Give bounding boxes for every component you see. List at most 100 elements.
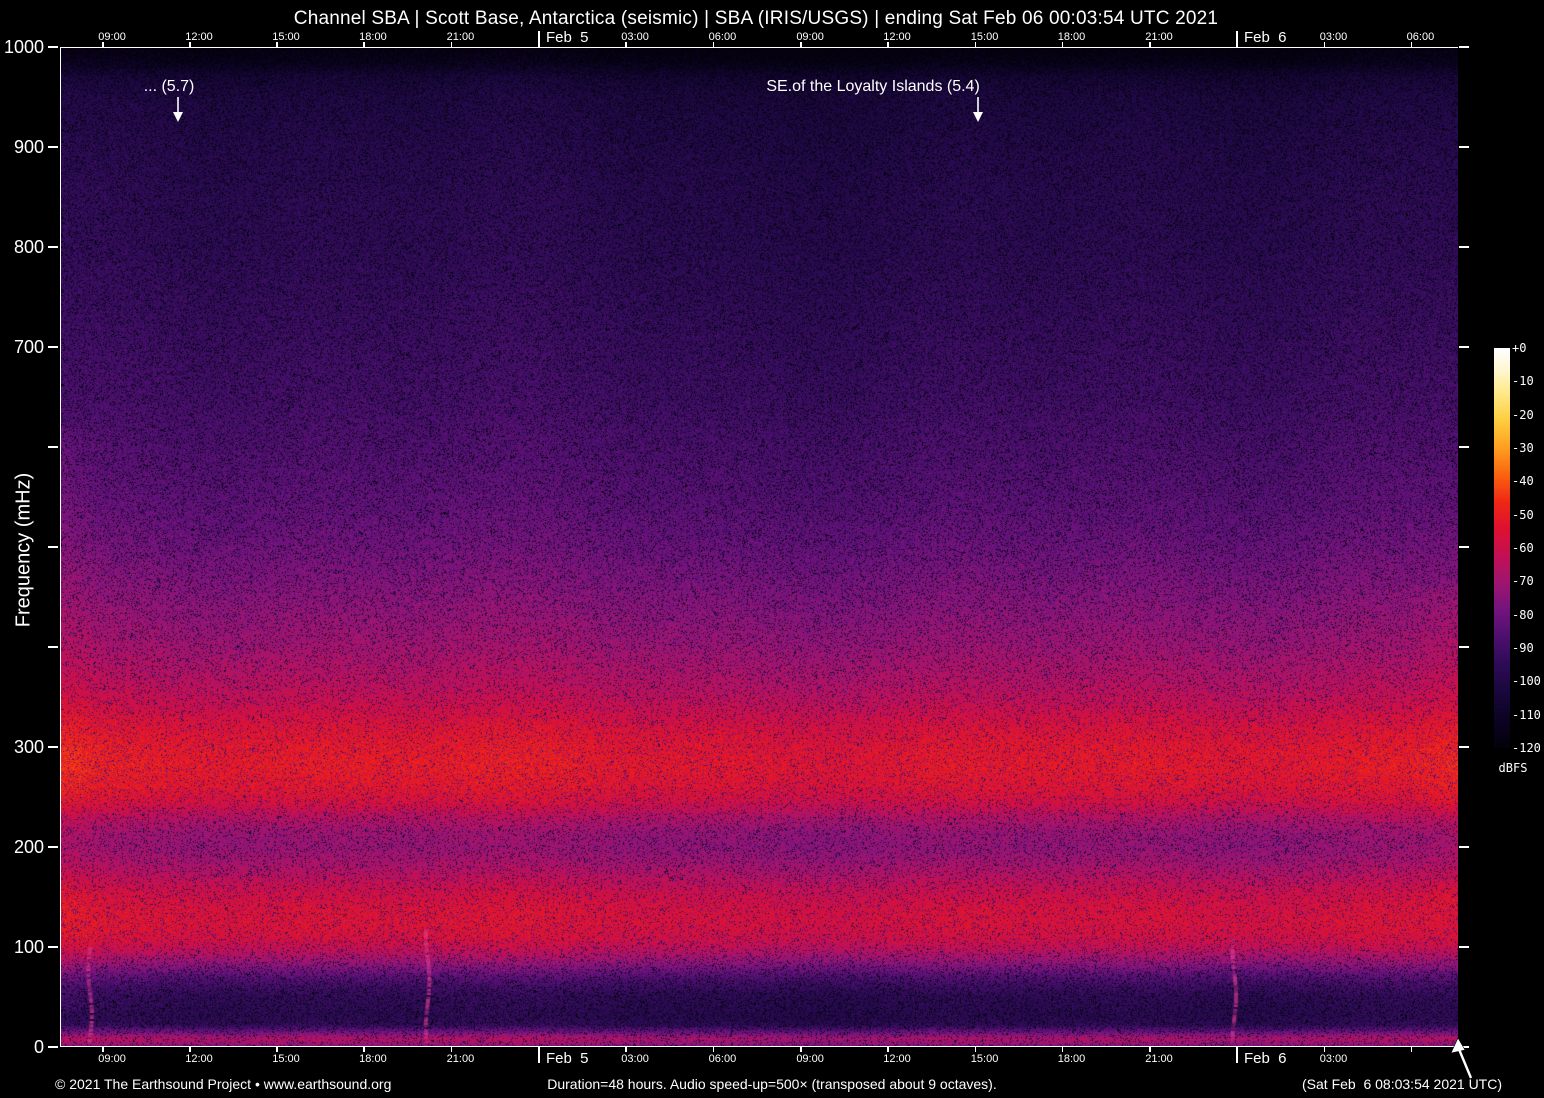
x-tick-label: 12:00: [883, 31, 911, 43]
x-tick-label: Feb 6: [1243, 1050, 1287, 1067]
colorbar-tick-label: +0: [1512, 341, 1527, 355]
y-tick: [48, 846, 58, 848]
x-tick-label: 21:00: [446, 1053, 475, 1065]
colorbar-tick-label: -90: [1512, 640, 1534, 655]
x-tick: [276, 1047, 278, 1052]
down-arrow-icon: [172, 97, 183, 122]
x-tick-label: 15:00: [970, 31, 999, 43]
colorbar-tick-label: -110: [1512, 707, 1541, 722]
x-tick-label: 15:00: [272, 1053, 300, 1065]
x-tick-label: 03:00: [1319, 31, 1348, 43]
y-tick-label: 100: [13, 937, 44, 957]
plot-area: 09:00 09:00 12:00 12:00 15:00 15:00 18:00 18:00…: [4, 29, 1469, 1067]
colorbar: [1494, 348, 1510, 748]
x-tick-label: Feb 5: [545, 29, 589, 46]
y-tick: [48, 46, 58, 48]
x-tick-label: 09:00: [796, 1053, 824, 1065]
x-tick: [1061, 1047, 1064, 1052]
x-tick-label: 21:00: [1145, 1053, 1173, 1065]
spectrogram-canvas: [60, 47, 1458, 1047]
y-tick-label: 300: [13, 737, 44, 757]
colorbar-tick-label: -30: [1512, 440, 1534, 455]
y-tick-label: 700: [13, 337, 44, 357]
x-tick: [625, 1047, 627, 1052]
x-tick: [1410, 1047, 1413, 1052]
top-axis-spine: [60, 47, 1458, 48]
x-tick: [189, 1047, 191, 1052]
x-tick-label: 03:00: [621, 31, 649, 43]
x-tick: [800, 1047, 802, 1052]
x-tick: [1236, 1047, 1238, 1063]
y-tick-label: 900: [13, 137, 44, 157]
y-tick: [48, 946, 58, 948]
x-tick-label: 09:00: [98, 31, 126, 43]
x-tick-label: 09:00: [98, 1053, 126, 1065]
y-tick: [1459, 546, 1469, 548]
colorbar-tick-label: -50: [1512, 507, 1534, 522]
y-tick: [48, 446, 58, 448]
x-tick: [450, 1047, 453, 1052]
x-tick-label: 12:00: [185, 31, 213, 43]
x-tick-label: 12:00: [185, 1053, 213, 1065]
colorbar-tick-label: -100: [1512, 674, 1541, 689]
x-tick-label: Feb 6: [1243, 29, 1287, 46]
x-tick-label: 06:00: [708, 31, 737, 43]
y-tick: [1459, 746, 1469, 748]
x-tick: [363, 1047, 365, 1052]
y-tick: [1459, 446, 1469, 448]
colorbar-tick-label: -40: [1512, 474, 1534, 489]
x-tick-label: 21:00: [1145, 31, 1173, 43]
x-tick-label: 03:00: [1319, 1053, 1348, 1065]
x-tick-label: 21:00: [446, 31, 475, 43]
y-tick-label: 1000: [3, 37, 44, 57]
x-tick: [102, 1047, 104, 1052]
y-tick: [48, 246, 58, 248]
colorbar-tick-label: -10: [1512, 374, 1534, 389]
y-tick-label: 800: [13, 237, 44, 257]
x-tick-label: 18:00: [359, 31, 387, 43]
y-tick: [48, 346, 58, 348]
y-tick: [1459, 46, 1469, 48]
colorbar-tick-label: -120: [1512, 740, 1541, 755]
y-tick-label: 200: [13, 837, 44, 857]
colorbar-tick-label: -80: [1512, 607, 1534, 622]
y-tick: [48, 146, 58, 148]
event-annotation-label: ... (5.7): [143, 78, 195, 95]
y-axis-title: Frequency (mHz): [12, 472, 35, 628]
x-tick-label: 15:00: [970, 1053, 999, 1065]
x-tick: [974, 1047, 977, 1052]
y-tick: [48, 546, 58, 548]
colorbar-unit-label: dBFS: [1498, 761, 1528, 775]
x-tick-label: 06:00: [1406, 31, 1435, 43]
x-tick: [887, 1047, 889, 1052]
colorbar-tick-label: -60: [1512, 540, 1534, 555]
x-tick: [538, 31, 540, 47]
down-arrow-icon: [973, 97, 984, 122]
x-tick: [1149, 1047, 1151, 1052]
colorbar-tick-label: -20: [1512, 407, 1534, 422]
spectrogram-page: Channel SBA | Scott Base, Antarctica (se…: [0, 0, 1544, 1098]
mouse-cursor-icon: [1450, 1037, 1473, 1079]
x-tick: [1323, 1047, 1326, 1052]
x-tick-label: 03:00: [621, 1053, 649, 1065]
y-tick: [1459, 246, 1469, 248]
y-tick: [1459, 646, 1469, 648]
colorbar-labels: +0 -10 -20 -30 -40 -50 -60 -70 -80 -90 -100 -110 -12…: [1512, 341, 1544, 758]
x-tick-label: 09:00: [796, 31, 824, 43]
x-tick-label: 18:00: [1057, 1053, 1086, 1065]
x-tick-label: Feb 5: [545, 1050, 589, 1067]
event-annotation-label: SE.of the Loyalty Islands (5.4): [766, 78, 980, 95]
x-tick-label: 12:00: [883, 1053, 911, 1065]
y-tick-label: 0: [33, 1037, 44, 1057]
left-axis-spine: [60, 47, 61, 1047]
y-tick: [48, 646, 58, 648]
x-tick-label: 18:00: [359, 1053, 387, 1065]
x-tick: [538, 1047, 540, 1063]
bottom-axis-spine: [60, 1046, 1458, 1047]
y-tick: [48, 746, 58, 748]
x-tick-label: 06:00: [708, 1053, 737, 1065]
colorbar-tick-label: -70: [1512, 574, 1534, 589]
y-tick: [1459, 146, 1469, 148]
y-tick: [1459, 846, 1469, 848]
x-tick: [712, 1047, 715, 1052]
